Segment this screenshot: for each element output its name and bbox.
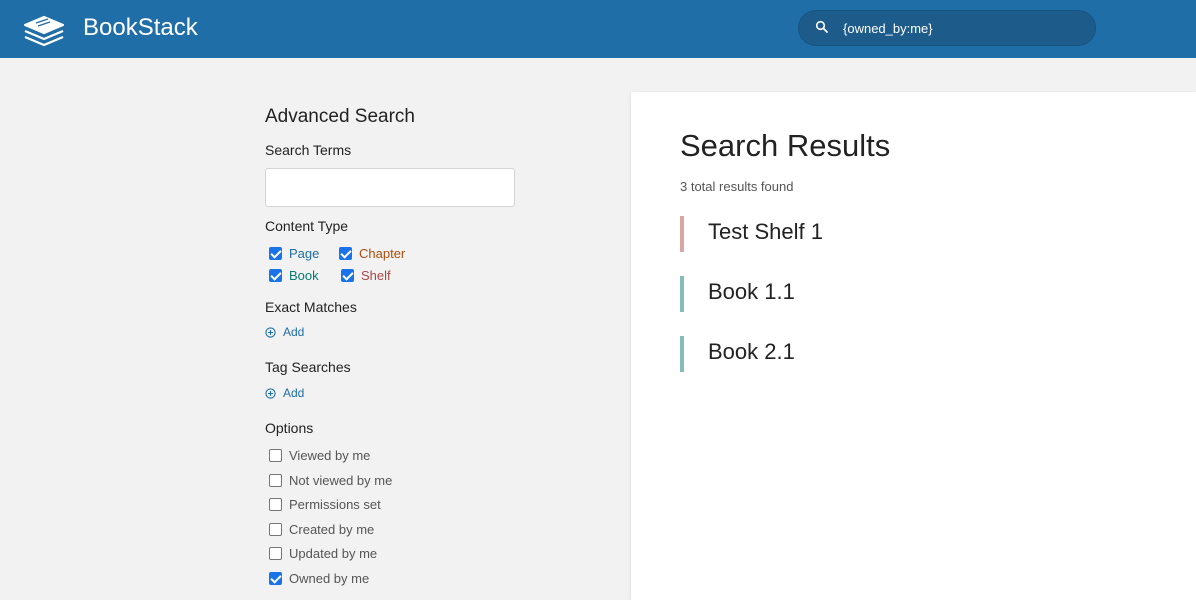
tag-searches-label: Tag Searches — [265, 359, 351, 375]
updated-by-me-label[interactable]: Updated by me — [289, 546, 377, 561]
content-type-page[interactable]: Page — [269, 246, 319, 261]
content-type-book-label[interactable]: Book — [289, 268, 319, 283]
created-by-me-checkbox[interactable] — [269, 523, 282, 536]
search-results-card: Search Results 3 total results found Tes… — [631, 92, 1196, 600]
result-title[interactable]: Book 1.1 — [708, 279, 795, 305]
owned-by-me-label[interactable]: Owned by me — [289, 571, 369, 586]
option-updated-by-me[interactable]: Updated by me — [269, 546, 377, 561]
top-header: BookStack — [0, 0, 1196, 58]
results-count: 3 total results found — [680, 179, 794, 194]
add-circle-icon — [265, 326, 276, 338]
search-results-title: Search Results — [680, 128, 891, 163]
content-type-book[interactable]: Book — [269, 268, 319, 283]
exact-matches-label: Exact Matches — [265, 299, 357, 315]
viewed-by-me-checkbox[interactable] — [269, 449, 282, 462]
result-title[interactable]: Test Shelf 1 — [708, 219, 823, 245]
advanced-search-title: Advanced Search — [265, 106, 415, 127]
shelf-checkbox[interactable] — [341, 269, 354, 282]
page-checkbox[interactable] — [269, 247, 282, 260]
result-item-book[interactable]: Book 1.1 — [680, 276, 1080, 312]
content-type-page-label[interactable]: Page — [289, 246, 319, 261]
book-checkbox[interactable] — [269, 269, 282, 282]
search-terms-input[interactable] — [265, 168, 515, 207]
global-search-input[interactable] — [843, 11, 1083, 45]
content-type-shelf[interactable]: Shelf — [341, 268, 391, 283]
add-exact-match-label[interactable]: Add — [283, 325, 304, 339]
bookstack-logo-icon[interactable] — [22, 10, 66, 48]
search-terms-label: Search Terms — [265, 142, 352, 158]
result-item-shelf[interactable]: Test Shelf 1 — [680, 216, 1080, 252]
option-not-viewed-by-me[interactable]: Not viewed by me — [269, 473, 392, 488]
add-tag-search-button[interactable]: Add — [265, 386, 304, 400]
owned-by-me-checkbox[interactable] — [269, 572, 282, 585]
global-search-box[interactable] — [798, 10, 1096, 46]
not-viewed-by-me-checkbox[interactable] — [269, 474, 282, 487]
option-owned-by-me[interactable]: Owned by me — [269, 571, 369, 586]
permissions-set-checkbox[interactable] — [269, 498, 282, 511]
viewed-by-me-label[interactable]: Viewed by me — [289, 448, 370, 463]
add-tag-search-label[interactable]: Add — [283, 386, 304, 400]
app-name[interactable]: BookStack — [83, 14, 198, 42]
created-by-me-label[interactable]: Created by me — [289, 522, 374, 537]
search-icon[interactable] — [815, 20, 829, 34]
permissions-set-label[interactable]: Permissions set — [289, 497, 381, 512]
result-title[interactable]: Book 2.1 — [708, 339, 795, 365]
add-circle-icon — [265, 387, 276, 399]
content-type-label: Content Type — [265, 218, 349, 234]
chapter-checkbox[interactable] — [339, 247, 352, 260]
content-type-shelf-label[interactable]: Shelf — [361, 268, 391, 283]
option-permissions-set[interactable]: Permissions set — [269, 497, 381, 512]
add-exact-match-button[interactable]: Add — [265, 325, 304, 339]
result-item-book[interactable]: Book 2.1 — [680, 336, 1080, 372]
not-viewed-by-me-label[interactable]: Not viewed by me — [289, 473, 392, 488]
options-label: Options — [265, 420, 314, 436]
option-created-by-me[interactable]: Created by me — [269, 522, 374, 537]
content-type-chapter[interactable]: Chapter — [339, 246, 405, 261]
updated-by-me-checkbox[interactable] — [269, 547, 282, 560]
option-viewed-by-me[interactable]: Viewed by me — [269, 448, 370, 463]
content-type-chapter-label[interactable]: Chapter — [359, 246, 405, 261]
